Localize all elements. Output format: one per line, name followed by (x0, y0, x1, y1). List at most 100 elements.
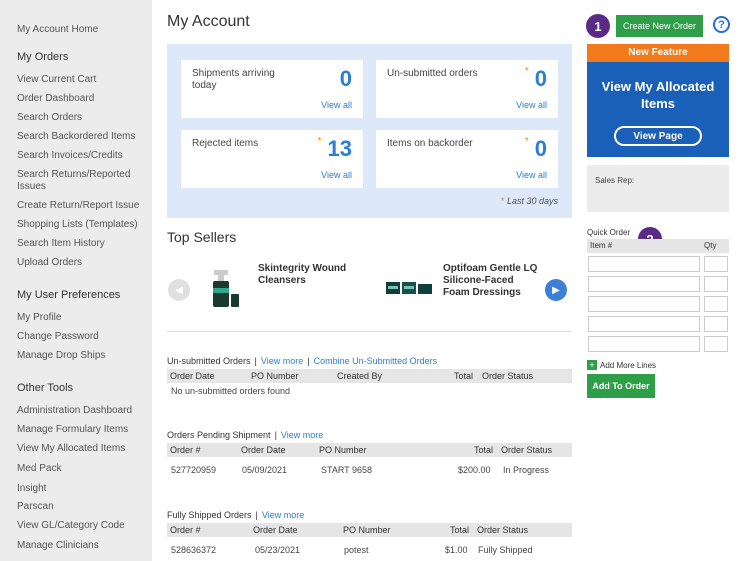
quick-order-qty-input[interactable] (704, 316, 728, 332)
quick-order-qty-input[interactable] (704, 296, 728, 312)
view-all-link[interactable]: View all (321, 100, 352, 110)
quick-order-qty-input[interactable] (704, 256, 728, 272)
sidebar-item-change-password[interactable]: Change Password (17, 331, 99, 342)
po-number: START 9658 (321, 465, 373, 475)
sidebar-item-med-pack[interactable]: Med Pack (17, 463, 61, 474)
column-header[interactable]: Order # (170, 525, 201, 535)
sidebar-item-gl-category-code[interactable]: View GL/Category Code (17, 520, 125, 531)
column-header[interactable]: Order Date (253, 525, 298, 535)
stat-number: 0 (534, 136, 547, 161)
sidebar-item-search-returns[interactable]: Search Returns/Reported (17, 169, 130, 180)
sidebar-item-view-current-cart[interactable]: View Current Cart (17, 74, 96, 85)
stat-number: 13 (327, 136, 352, 161)
item-column-header: Item # (590, 241, 613, 250)
chevron-right-icon: ▶ (552, 284, 560, 296)
add-to-order-button[interactable]: Add To Order (587, 374, 655, 398)
quick-order-qty-input[interactable] (704, 276, 728, 292)
view-page-button[interactable]: View Page (614, 126, 702, 146)
stat-value: * 0 (525, 136, 547, 162)
order-number[interactable]: 528636372 (171, 545, 216, 555)
column-header[interactable]: Total (454, 371, 473, 381)
column-header[interactable]: Order Status (477, 525, 528, 535)
sidebar-item-search-returns-cont[interactable]: Issues (17, 181, 46, 192)
quick-order-header: Item # Qty (587, 239, 729, 253)
sidebar-item-upload-orders[interactable]: Upload Orders (17, 257, 82, 268)
po-number: potest (344, 545, 369, 555)
column-header[interactable]: Order Status (501, 445, 552, 455)
last-30-days-note: * Last 30 days (500, 196, 558, 206)
sidebar-item-manage-formulary[interactable]: Manage Formulary Items (17, 424, 128, 435)
empty-message: No un-submitted orders found (171, 386, 291, 396)
order-date: 05/09/2021 (242, 465, 288, 475)
quick-order-qty-input[interactable] (704, 336, 728, 352)
sidebar-item-search-invoices-credits[interactable]: Search Invoices/Credits (17, 150, 123, 161)
stat-star: * (524, 66, 529, 77)
stat-star: * (524, 136, 529, 147)
quick-order-item-input[interactable] (588, 336, 700, 352)
sidebar-item-manage-drop-ships[interactable]: Manage Drop Ships (17, 350, 105, 361)
quick-order-item-input[interactable] (588, 256, 700, 272)
add-more-lines-label: Add More Lines (600, 360, 657, 370)
sidebar-item-parscan[interactable]: Parscan (17, 501, 54, 512)
quick-order-item-input[interactable] (588, 316, 700, 332)
column-header[interactable]: Total (450, 525, 469, 535)
sidebar-item-my-profile[interactable]: My Profile (17, 312, 61, 323)
sidebar-item-order-dashboard[interactable]: Order Dashboard (17, 93, 94, 104)
sidebar-item-administration-dashboard[interactable]: Administration Dashboard (17, 405, 132, 416)
column-header[interactable]: PO Number (251, 371, 299, 381)
sidebar-heading-other-tools: Other Tools (17, 382, 74, 394)
column-header[interactable]: Created By (337, 371, 382, 381)
view-all-link[interactable]: View all (321, 170, 352, 180)
sales-rep-label: Sales Rep: (595, 176, 635, 185)
stat-label: Rejected items (192, 138, 259, 149)
product-name[interactable]: Skintegrity Wound Cleansers (258, 263, 368, 287)
feature-label: New Feature (587, 44, 729, 62)
create-new-order-button[interactable]: Create New Order (616, 15, 703, 37)
carousel-next-button[interactable]: ▶ (545, 279, 567, 301)
carousel-prev-button[interactable]: ◀ (168, 279, 190, 301)
sidebar-item-manage-clinicians[interactable]: Manage Clinicians (17, 540, 99, 551)
column-header[interactable]: PO Number (343, 525, 391, 535)
quick-order-label: Quick Order (587, 228, 631, 237)
view-more-link[interactable]: View more (262, 510, 304, 520)
column-header[interactable]: Order Status (482, 371, 533, 381)
sidebar-item-create-return[interactable]: Create Return/Report Issue (17, 200, 139, 211)
section-title: Un-submitted Orders (167, 356, 251, 366)
divider (167, 331, 572, 332)
view-all-link[interactable]: View all (516, 100, 547, 110)
sidebar-item-shopping-lists[interactable]: Shopping Lists (Templates) (17, 219, 138, 230)
view-more-link[interactable]: View more (281, 430, 323, 440)
table-header: Order Date PO Number Created By Total Or… (167, 369, 572, 383)
sidebar-item-my-account-home[interactable]: My Account Home (17, 24, 98, 35)
column-header[interactable]: PO Number (319, 445, 367, 455)
column-header[interactable]: Order Date (241, 445, 286, 455)
quick-order-item-input[interactable] (588, 276, 700, 292)
order-status: In Progress (503, 465, 550, 475)
stat-card-unsubmitted: Un-submitted orders * 0 View all (376, 60, 558, 118)
section-title: Fully Shipped Orders (167, 510, 252, 520)
view-more-link[interactable]: View more (261, 356, 303, 366)
stat-number: 0 (534, 66, 547, 91)
qty-column-header: Qty (704, 241, 717, 250)
column-header[interactable]: Order # (170, 445, 201, 455)
quick-order-item-input[interactable] (588, 296, 700, 312)
sidebar-item-search-orders[interactable]: Search Orders (17, 112, 82, 123)
order-number[interactable]: 527720959 (171, 465, 216, 475)
combine-orders-link[interactable]: Combine Un-Submitted Orders (314, 356, 438, 366)
column-header[interactable]: Order Date (170, 371, 215, 381)
column-header[interactable]: Total (474, 445, 493, 455)
sidebar-item-view-allocated-items[interactable]: View My Allocated Items (17, 443, 125, 454)
stat-value: * 13 (318, 136, 352, 162)
view-all-link[interactable]: View all (516, 170, 547, 180)
product-name[interactable]: Optifoam Gentle LQ Silicone-Faced Foam D… (443, 263, 543, 299)
feature-title: View My Allocated Items (601, 79, 715, 111)
stat-value: * 0 (525, 66, 547, 92)
sales-rep-box: Sales Rep: (587, 165, 729, 212)
sidebar-item-search-item-history[interactable]: Search Item History (17, 238, 105, 249)
stat-label: Un-submitted orders (387, 68, 478, 79)
sidebar-item-insight[interactable]: Insight (17, 483, 46, 494)
help-icon[interactable]: ? (713, 16, 730, 33)
sidebar-item-search-backordered-items[interactable]: Search Backordered Items (17, 131, 135, 142)
top-sellers-title: Top Sellers (167, 229, 237, 245)
add-more-lines-link[interactable]: + Add More Lines (587, 360, 656, 370)
